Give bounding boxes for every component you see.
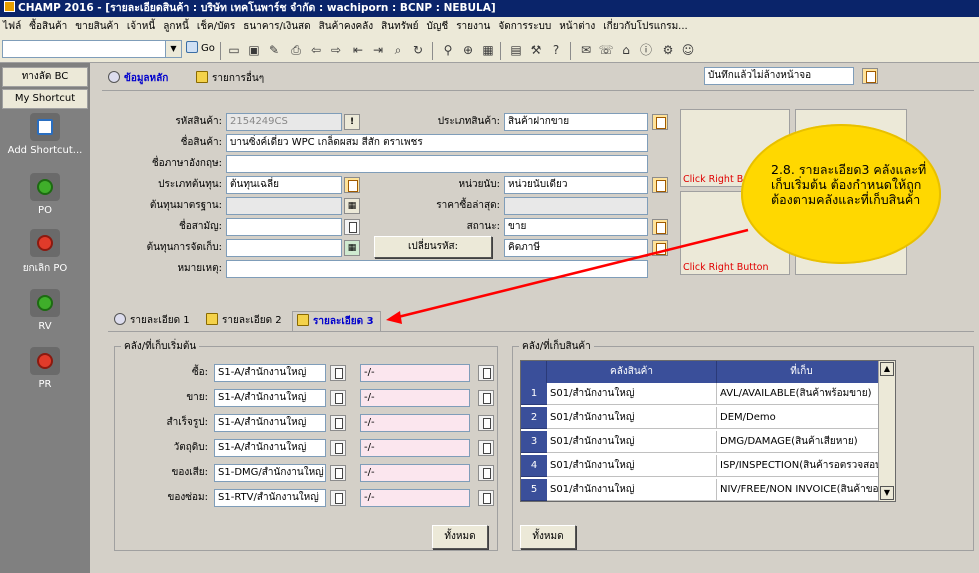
arrow-head [386,311,402,324]
annotation-arrow [386,228,749,324]
arrow-line [393,228,749,320]
